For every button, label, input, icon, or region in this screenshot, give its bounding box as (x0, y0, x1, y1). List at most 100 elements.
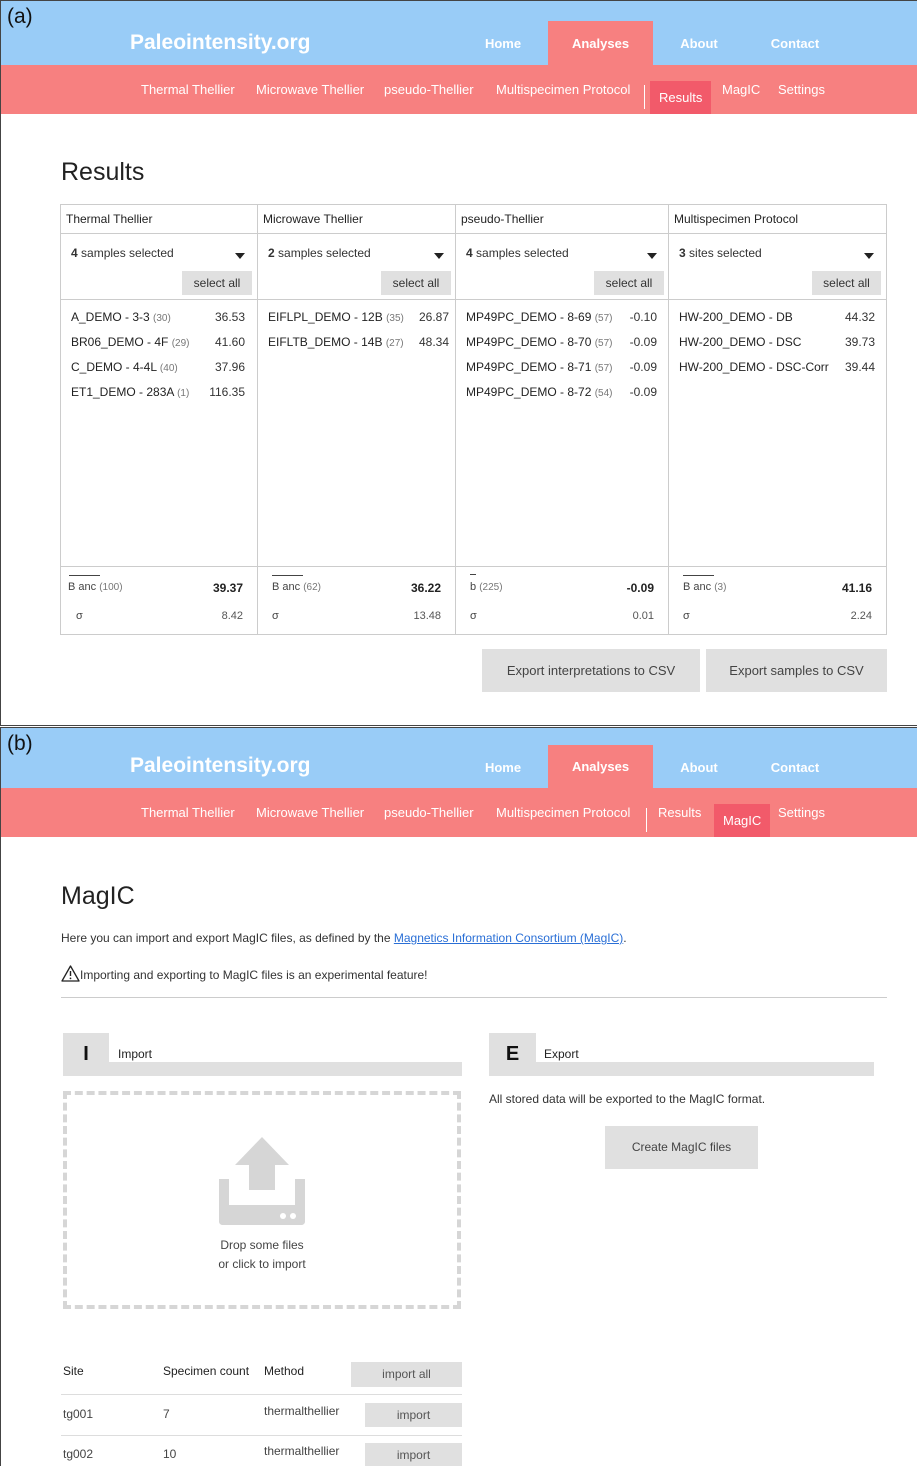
mean-label: b (225) (470, 581, 503, 593)
subnav-magic[interactable]: MagIC (714, 804, 771, 837)
sigma-value: 13.48 (413, 610, 441, 622)
select-all-button[interactable]: select all (182, 271, 252, 295)
nav-about[interactable]: About (659, 745, 739, 789)
mean-n: (62) (303, 582, 321, 593)
list-item[interactable]: C_DEMO - 4-4L (40) (71, 360, 178, 374)
list-item[interactable]: MP49PC_DEMO - 8-69 (57) (466, 310, 613, 324)
subnav-multispecimen[interactable]: Multispecimen Protocol (496, 65, 630, 114)
nav-analyses[interactable]: Analyses (548, 21, 653, 65)
import-letter: I (63, 1033, 109, 1076)
sigma-label: σ (470, 610, 477, 622)
sigma-label: σ (272, 610, 279, 622)
description-text: Here you can import and export MagIC fil… (61, 931, 394, 945)
export-letter: E (489, 1033, 536, 1076)
subnav-settings[interactable]: Settings (778, 65, 825, 114)
subnav-results[interactable]: Results (650, 81, 712, 114)
file-dropzone[interactable]: Drop some files or click to import (63, 1091, 461, 1309)
caret-down-icon[interactable] (434, 253, 444, 259)
list-item[interactable]: MP49PC_DEMO - 8-70 (57) (466, 335, 613, 349)
caret-down-icon[interactable] (647, 253, 657, 259)
selected-text: sites selected (685, 246, 762, 260)
drop-text: Drop some files (220, 1238, 304, 1252)
brand-logo[interactable]: Paleointensity.org (130, 31, 310, 55)
subnav-pseudo-thellier[interactable]: pseudo-Thellier (384, 65, 474, 114)
export-header-bar (489, 1062, 874, 1076)
nav-analyses[interactable]: Analyses (548, 745, 653, 788)
subnav-magic[interactable]: MagIC (722, 65, 760, 114)
column-header-site: Site (63, 1364, 84, 1378)
sample-n: (54) (594, 388, 613, 399)
list-item[interactable]: HW-200_DEMO - DB (679, 310, 793, 324)
mean-label: B anc (100) (68, 581, 123, 593)
sample-n: (57) (594, 338, 613, 349)
export-samples-button[interactable]: Export samples to CSV (706, 649, 887, 692)
site-select-dropdown[interactable]: 3 sites selected (679, 246, 762, 260)
list-item[interactable]: EIFLTB_DEMO - 14B (27) (268, 335, 404, 349)
subnav-thermal-thellier[interactable]: Thermal Thellier (141, 65, 235, 114)
list-item[interactable]: A_DEMO - 3-3 (30) (71, 310, 171, 324)
sub-navbar: Thermal Thellier Microwave Thellier pseu… (1, 788, 917, 837)
selected-text: samples selected (274, 246, 371, 260)
results-table: Thermal Thellier 4 samples selected sele… (60, 204, 887, 635)
list-item[interactable]: HW-200_DEMO - DSC (679, 335, 801, 349)
sigma-value: 8.42 (221, 610, 243, 622)
sigma-value: 0.01 (632, 610, 654, 622)
site-value: 39.44 (844, 360, 875, 374)
warning-icon (61, 965, 80, 982)
list-item[interactable]: ET1_DEMO - 283A (1) (71, 385, 189, 399)
import-button[interactable]: import (365, 1403, 462, 1427)
export-interpretations-button[interactable]: Export interpretations to CSV (482, 649, 700, 692)
nav-about[interactable]: About (659, 21, 739, 65)
import-all-button[interactable]: import all (351, 1362, 462, 1387)
sample-select-dropdown[interactable]: 4 samples selected (466, 246, 569, 260)
row-count: 7 (163, 1407, 170, 1421)
selected-count: 2 (268, 246, 275, 260)
subnav-microwave-thellier[interactable]: Microwave Thellier (256, 788, 364, 837)
sample-value: -0.09 (629, 385, 657, 399)
sample-select-dropdown[interactable]: 2 samples selected (268, 246, 371, 260)
row-method: thermalthellier (264, 1444, 340, 1458)
list-item[interactable]: HW-200_DEMO - DSC-Corr (679, 360, 829, 374)
column-header-method: Method (264, 1364, 305, 1378)
drop-text-secondary: or click to import (218, 1257, 306, 1271)
nav-contact[interactable]: Contact (755, 21, 835, 65)
create-magic-button[interactable]: Create MagIC files (605, 1126, 758, 1169)
select-all-button[interactable]: select all (812, 271, 881, 295)
select-all-button[interactable]: select all (594, 271, 664, 295)
import-button[interactable]: import (365, 1443, 462, 1466)
column-header-specimen-count: Specimen count (163, 1364, 250, 1378)
top-navbar: Paleointensity.org Home Analyses About C… (1, 728, 917, 788)
subnav-multispecimen[interactable]: Multispecimen Protocol (496, 788, 630, 837)
caret-down-icon[interactable] (864, 253, 874, 259)
nav-contact[interactable]: Contact (755, 745, 835, 789)
selected-text: samples selected (472, 246, 569, 260)
top-navbar: Paleointensity.org Home Analyses About C… (1, 1, 917, 65)
selected-count: 4 (71, 246, 78, 260)
brand-logo[interactable]: Paleointensity.org (130, 754, 310, 778)
subnav-thermal-thellier[interactable]: Thermal Thellier (141, 788, 235, 837)
sample-select-dropdown[interactable]: 4 samples selected (71, 246, 174, 260)
list-item[interactable]: EIFLPL_DEMO - 12B (35) (268, 310, 404, 324)
subnav-microwave-thellier[interactable]: Microwave Thellier (256, 65, 364, 114)
sample-value: -0.09 (629, 335, 657, 349)
list-item[interactable]: MP49PC_DEMO - 8-71 (57) (466, 360, 613, 374)
caret-down-icon[interactable] (235, 253, 245, 259)
magic-link[interactable]: Magnetics Information Consortium (MagIC) (394, 931, 623, 945)
divider (258, 566, 455, 567)
nav-home[interactable]: Home (463, 745, 543, 789)
selected-count: 3 (679, 246, 686, 260)
subnav-results[interactable]: Results (658, 788, 701, 837)
list-item[interactable]: MP49PC_DEMO - 8-72 (54) (466, 385, 613, 399)
sample-name: MP49PC_DEMO - 8-69 (466, 310, 592, 324)
mean-n: (3) (714, 582, 727, 593)
nav-home[interactable]: Home (463, 21, 543, 65)
subnav-settings[interactable]: Settings (778, 788, 825, 837)
sample-value: 48.34 (418, 335, 449, 349)
subnav-pseudo-thellier[interactable]: pseudo-Thellier (384, 788, 474, 837)
list-item[interactable]: BR06_DEMO - 4F (29) (71, 335, 190, 349)
magic-panel: (b) Paleointensity.org Home Analyses Abo… (0, 727, 917, 1466)
results-column-pseudo: pseudo-Thellier 4 samples selected selec… (456, 205, 669, 634)
overline-mark (69, 575, 100, 576)
sub-navbar: Thermal Thellier Microwave Thellier pseu… (1, 65, 917, 114)
select-all-button[interactable]: select all (381, 271, 451, 295)
